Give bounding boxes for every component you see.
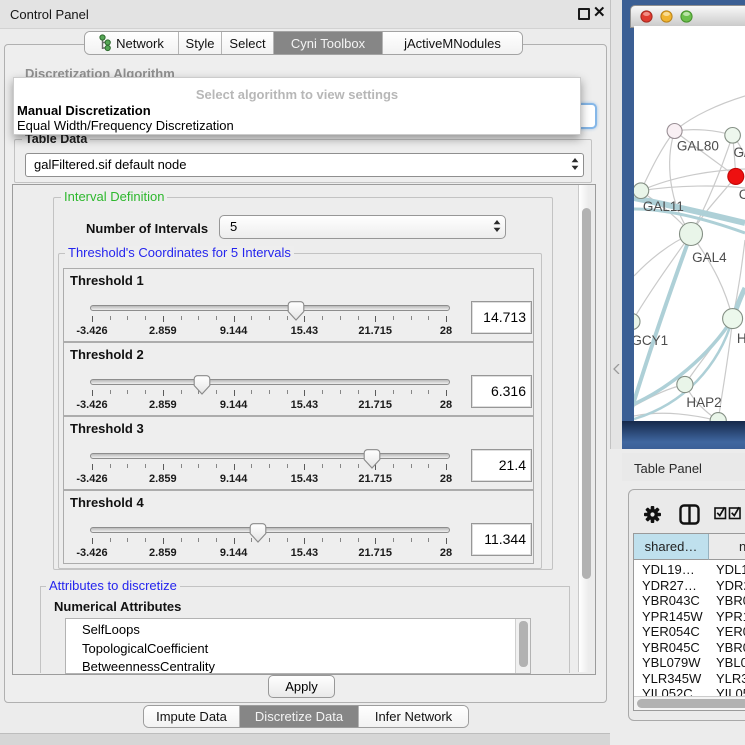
svg-text:GA: GA: [734, 145, 745, 160]
svg-text:GCY1: GCY1: [634, 333, 668, 348]
svg-text:GAL4: GAL4: [692, 250, 727, 265]
svg-text:CC: CC: [739, 187, 745, 202]
svg-text:GAL80: GAL80: [677, 139, 719, 154]
svg-text:GAL11: GAL11: [643, 199, 684, 214]
svg-text:H: H: [737, 331, 745, 346]
svg-text:HAP2: HAP2: [686, 395, 721, 410]
